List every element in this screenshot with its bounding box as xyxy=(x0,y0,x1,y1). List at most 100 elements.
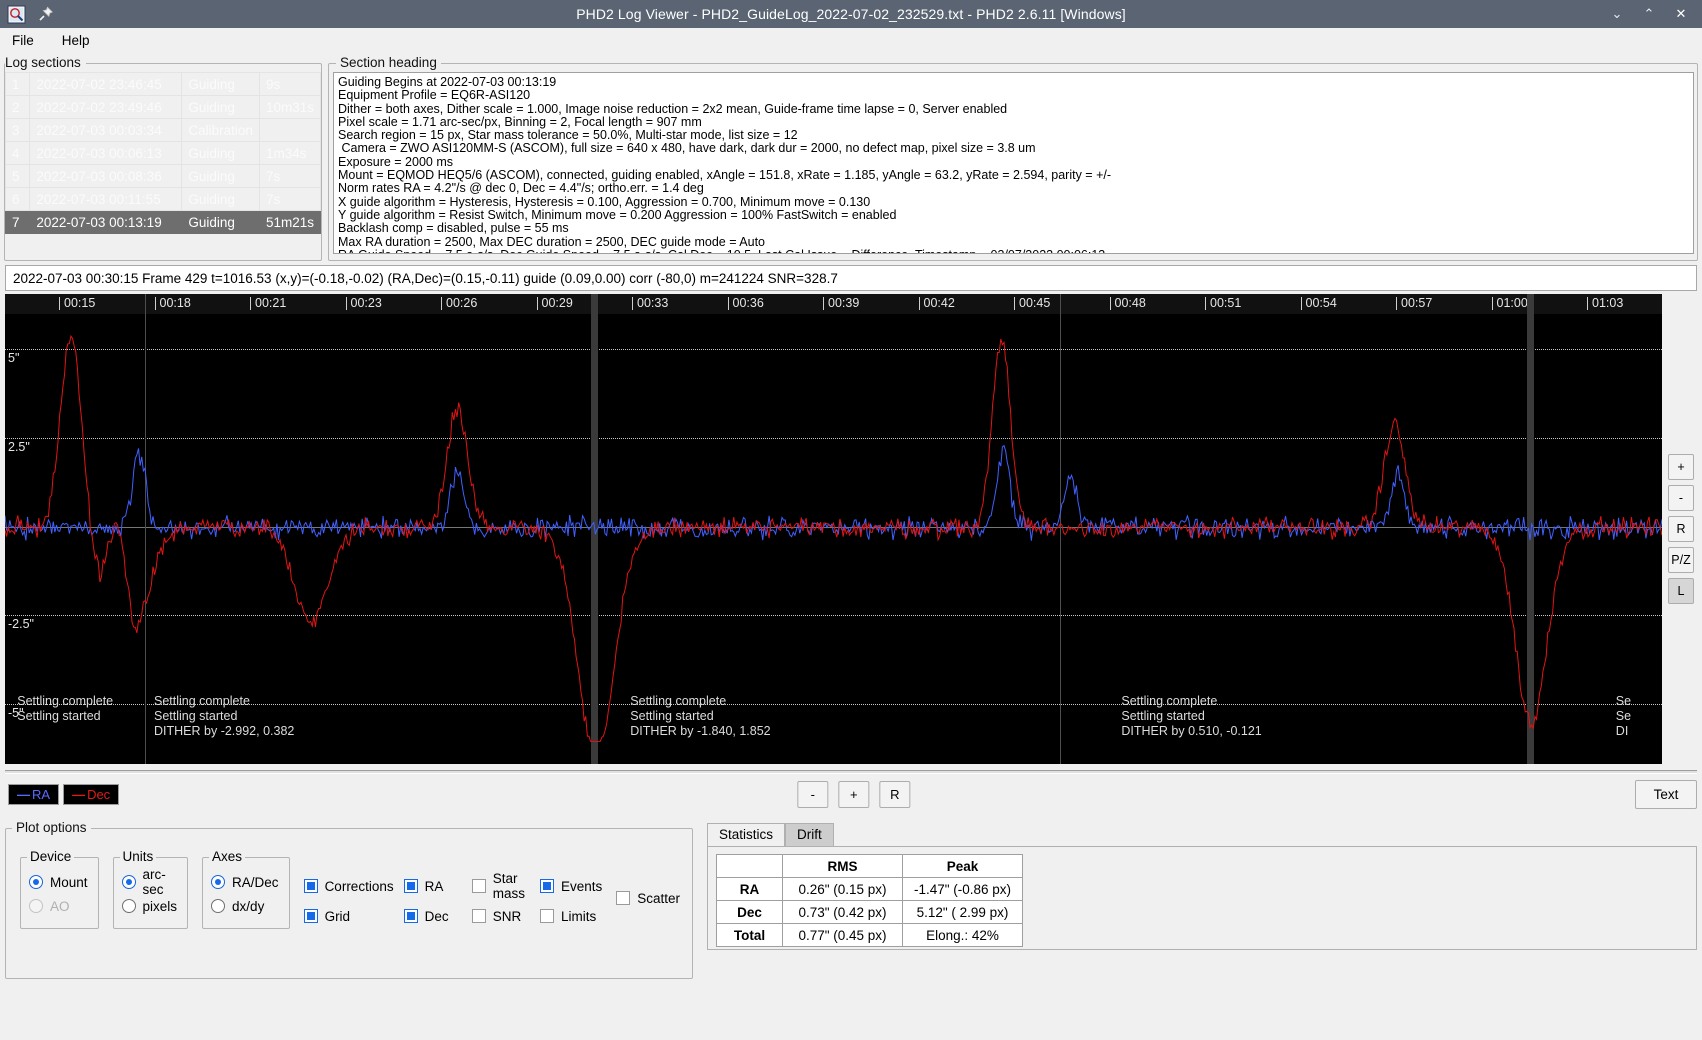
reset-button[interactable]: R xyxy=(1668,516,1694,542)
radio-axes-radec[interactable]: RA/Dec xyxy=(211,870,279,894)
stats-rms-value: 0.26" (0.15 px) xyxy=(783,878,903,901)
log-sections-title: Log sections xyxy=(5,55,86,70)
table-row[interactable]: 62022-07-03 00:11:55Guiding7s xyxy=(6,188,321,211)
checkbox-events[interactable]: Events xyxy=(540,875,602,897)
radio-arcsec-label: arc-sec xyxy=(143,867,178,897)
statistics-table: RMSPeak RA0.26" (0.15 px)-1.47" (-0.86 p… xyxy=(716,854,1023,947)
lock-button[interactable]: L xyxy=(1668,578,1694,604)
guiding-plot[interactable]: 00:1500:1800:2100:2300:2600:2900:3300:36… xyxy=(5,294,1662,764)
legend-ra-dash: — xyxy=(17,787,29,802)
checkbox-grid[interactable]: Grid xyxy=(304,905,394,927)
maximize-button[interactable]: ⌃ xyxy=(1640,5,1658,23)
section-heading-line: X guide algorithm = Hysteresis, Hysteres… xyxy=(338,196,1689,209)
radio-units-arcsec[interactable]: arc-sec xyxy=(122,870,178,894)
table-row[interactable]: 52022-07-03 00:08:36Guiding7s xyxy=(6,165,321,188)
frame-status-text: 2022-07-03 00:30:15 Frame 429 t=1016.53 … xyxy=(13,271,838,286)
scale-plus-button[interactable]: + xyxy=(838,781,869,808)
scale-minus-button[interactable]: - xyxy=(797,781,828,808)
checkbox-scatter[interactable]: Scatter xyxy=(616,887,680,909)
legend-and-controls-row: — RA — Dec - + R Text xyxy=(0,774,1702,814)
checkbox-limits[interactable]: Limits xyxy=(540,905,602,927)
table-cell: 2022-07-03 00:13:19 xyxy=(30,211,182,234)
stats-peak-value: 5.12" ( 2.99 px) xyxy=(903,901,1023,924)
chart-annotation: DI xyxy=(1616,724,1629,738)
stats-column-header: Peak xyxy=(903,855,1023,878)
checkbox-box xyxy=(304,909,318,923)
legend-item-ra[interactable]: — RA xyxy=(8,784,59,805)
minimize-button[interactable]: ⌄ xyxy=(1608,5,1626,23)
log-sections-panel: Log sections 12022-07-02 23:46:45Guiding… xyxy=(4,63,322,261)
zoom-out-button[interactable]: - xyxy=(1668,485,1694,511)
text-button[interactable]: Text xyxy=(1635,780,1697,809)
table-cell: 2022-07-03 00:11:55 xyxy=(30,188,182,211)
table-cell: 2022-07-03 00:03:34 xyxy=(30,119,182,142)
table-cell: Guiding xyxy=(182,73,260,96)
frame-status-bar[interactable]: 2022-07-03 00:30:15 Frame 429 t=1016.53 … xyxy=(5,265,1697,291)
radio-radec-label: RA/Dec xyxy=(232,875,279,890)
chart-annotation: Settling complete xyxy=(630,694,726,708)
checkbox-star-mass[interactable]: Star mass xyxy=(472,875,530,897)
radio-pixels-label: pixels xyxy=(143,899,178,914)
stats-row-label: Dec xyxy=(717,901,783,924)
chart-annotation: Settling started xyxy=(154,709,237,723)
pin-icon[interactable] xyxy=(36,4,56,24)
menu-item-help[interactable]: Help xyxy=(58,31,94,50)
checkbox-box xyxy=(472,909,486,923)
checkbox-corrections[interactable]: Corrections xyxy=(304,875,394,897)
legend-item-dec[interactable]: — Dec xyxy=(63,784,119,805)
table-row: RA0.26" (0.15 px)-1.47" (-0.86 px) xyxy=(717,878,1023,901)
checkbox-box xyxy=(404,909,418,923)
section-heading-line: Y guide algorithm = Resist Switch, Minim… xyxy=(338,209,1689,222)
pan-zoom-button[interactable]: P/Z xyxy=(1668,547,1694,573)
close-button[interactable]: ✕ xyxy=(1672,5,1690,23)
table-row[interactable]: 32022-07-03 00:03:34Calibration xyxy=(6,119,321,142)
table-cell: Calibration xyxy=(182,119,260,142)
checkbox-snr[interactable]: SNR xyxy=(472,905,530,927)
table-row[interactable]: 12022-07-02 23:46:45Guiding9s xyxy=(6,73,321,96)
section-heading-line: Equipment Profile = EQ6R-ASI120 xyxy=(338,89,1689,102)
table-cell: Guiding xyxy=(182,142,260,165)
log-sections-table[interactable]: 12022-07-02 23:46:45Guiding9s22022-07-02… xyxy=(5,72,321,234)
plot-options-title: Plot options xyxy=(12,820,91,835)
chart-annotation: Settling started xyxy=(1121,709,1204,723)
table-cell: Guiding xyxy=(182,188,260,211)
table-cell: 2022-07-03 00:08:36 xyxy=(30,165,182,188)
checkbox-label: Grid xyxy=(325,909,351,924)
bottom-row: Plot options Device Mount AO Units arc-s… xyxy=(0,814,1702,979)
radio-device-mount[interactable]: Mount xyxy=(29,870,88,894)
trace-dec xyxy=(5,336,1662,741)
section-heading-line: RA Guide Speed = 7.5 a-s/s, Dec Guide Sp… xyxy=(338,249,1689,254)
zoom-in-button[interactable]: + xyxy=(1668,454,1694,480)
checkbox-box xyxy=(540,909,554,923)
scale-reset-button[interactable]: R xyxy=(879,781,910,808)
section-heading-line: Dither = both axes, Dither scale = 1.000… xyxy=(338,103,1689,116)
chart-annotation: Settling started xyxy=(630,709,713,723)
table-cell: 1 xyxy=(6,73,30,96)
tab-drift[interactable]: Drift xyxy=(785,823,834,846)
window-title-bar: PHD2 Log Viewer - PHD2_GuideLog_2022-07-… xyxy=(0,0,1702,28)
section-heading-text[interactable]: Guiding Begins at 2022-07-03 00:13:19Equ… xyxy=(333,72,1694,254)
table-cell: 7s xyxy=(259,188,320,211)
radio-radec-indicator xyxy=(211,875,225,889)
checkbox-label: Corrections xyxy=(325,879,394,894)
checkbox-dec[interactable]: Dec xyxy=(404,905,462,927)
radio-mount-label: Mount xyxy=(50,875,88,890)
tab-statistics[interactable]: Statistics xyxy=(707,823,785,846)
plot-checkbox-grid: Corrections RA Star mass Events Grid Dec SNR Li… xyxy=(304,875,603,927)
table-row[interactable]: 22022-07-02 23:49:46Guiding10m31s xyxy=(6,96,321,119)
stats-row-label: RA xyxy=(717,878,783,901)
table-row[interactable]: 42022-07-03 00:06:13Guiding1m34s xyxy=(6,142,321,165)
chart-annotation: Se xyxy=(1616,694,1631,708)
table-cell: 9s xyxy=(259,73,320,96)
radio-units-pixels[interactable]: pixels xyxy=(122,894,178,918)
checkbox-ra[interactable]: RA xyxy=(404,875,462,897)
device-group: Device Mount AO xyxy=(20,857,99,929)
stats-row-label: Total xyxy=(717,924,783,947)
trace-ra xyxy=(5,446,1662,541)
radio-ao-indicator xyxy=(29,899,43,913)
checkbox-label: Star mass xyxy=(493,871,530,901)
radio-axes-dxdy[interactable]: dx/dy xyxy=(211,894,279,918)
chart-row: 00:1500:1800:2100:2300:2600:2900:3300:36… xyxy=(0,294,1702,764)
table-row[interactable]: 72022-07-03 00:13:19Guiding51m21s xyxy=(6,211,321,234)
menu-item-file[interactable]: File xyxy=(8,31,38,50)
